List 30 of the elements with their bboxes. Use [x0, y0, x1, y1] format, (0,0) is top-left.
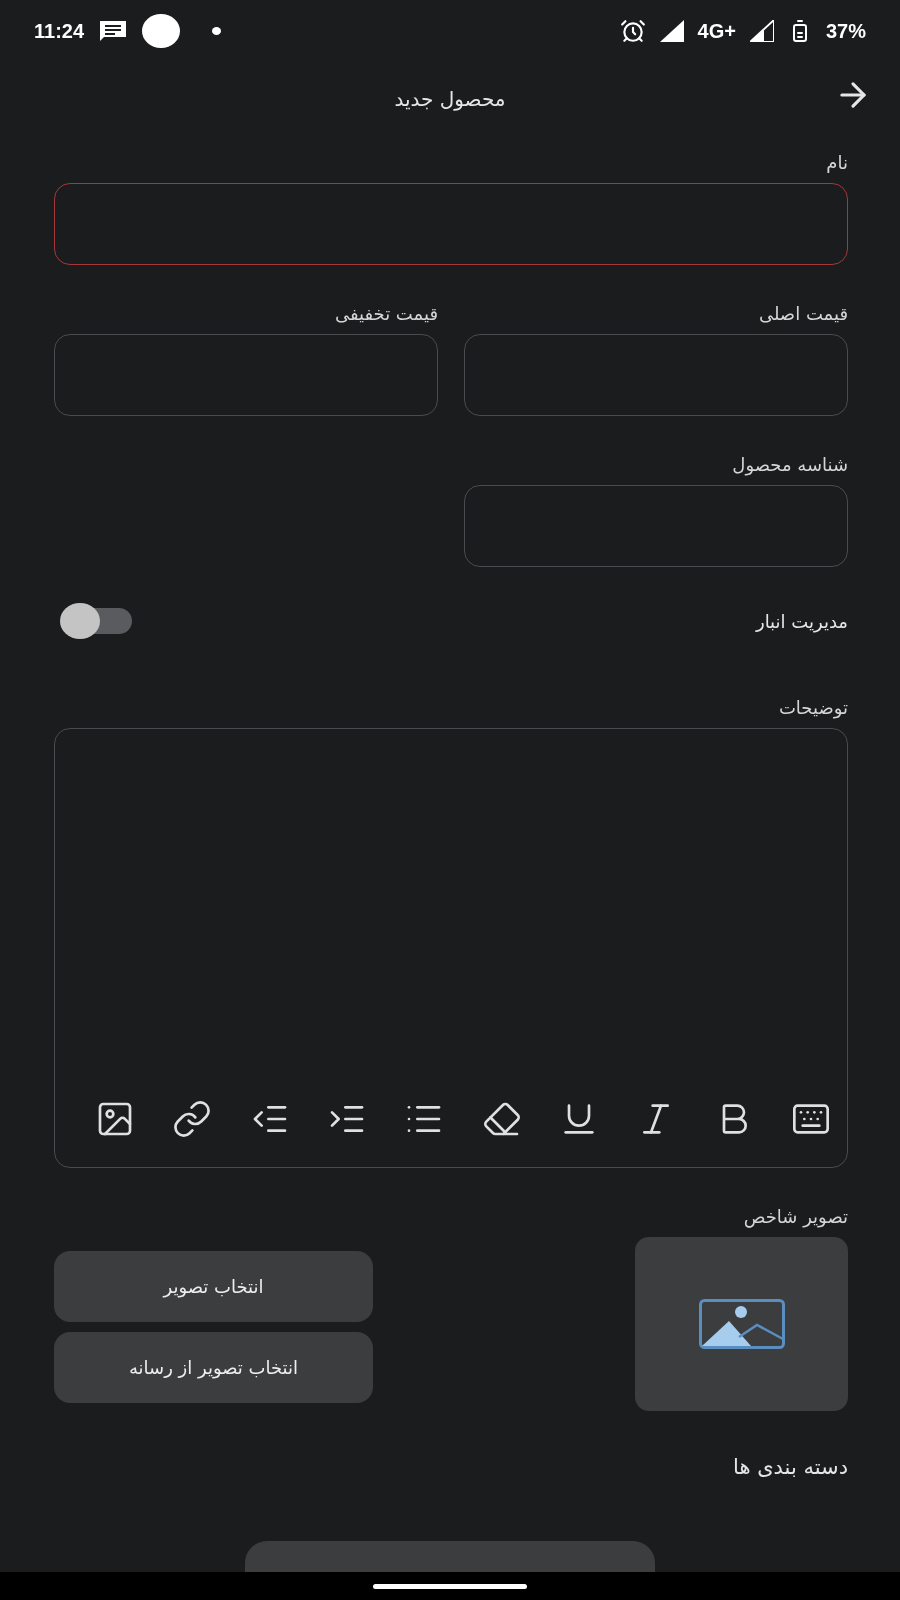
field-label: نام — [825, 152, 848, 173]
network-type: 4G+ — [697, 19, 736, 43]
link-icon[interactable] — [172, 1099, 213, 1139]
select-image-button[interactable]: انتخاب تصویر — [54, 1251, 373, 1322]
product-id-field[interactable] — [464, 485, 848, 567]
home-indicator[interactable] — [373, 1583, 527, 1589]
price-field[interactable] — [464, 334, 848, 416]
page-title: محصول جدید — [394, 87, 506, 111]
circle-icon — [142, 13, 181, 49]
field-label: شناسه محصول — [731, 454, 848, 475]
alarm-icon — [619, 18, 646, 44]
signal-icon — [749, 20, 774, 42]
toggle-label: مدیریت انبار — [755, 610, 848, 632]
price-field[interactable] — [54, 334, 438, 416]
image-placeholder[interactable] — [635, 1237, 848, 1411]
inventory-toggle[interactable] — [60, 603, 132, 639]
field-label: قیمت تخفیفی — [333, 303, 438, 324]
field-label: تصویر شاخص — [742, 1206, 848, 1227]
image-icon — [698, 1299, 785, 1349]
signal-icon — [659, 20, 684, 42]
dot-icon — [212, 26, 222, 36]
clock-time: 11:24 — [34, 19, 85, 43]
field-label: توضیحات — [777, 697, 848, 718]
field-label: قیمت اصلی — [757, 303, 848, 324]
toggle-thumb[interactable] — [60, 603, 100, 639]
section-title: دسته بندی ها — [732, 1455, 848, 1479]
battery-percent: 37% — [825, 19, 866, 43]
select-image-button[interactable]: انتخاب تصویر از رسانه — [54, 1332, 373, 1403]
message-icon — [98, 19, 129, 43]
name-field[interactable] — [54, 183, 848, 265]
